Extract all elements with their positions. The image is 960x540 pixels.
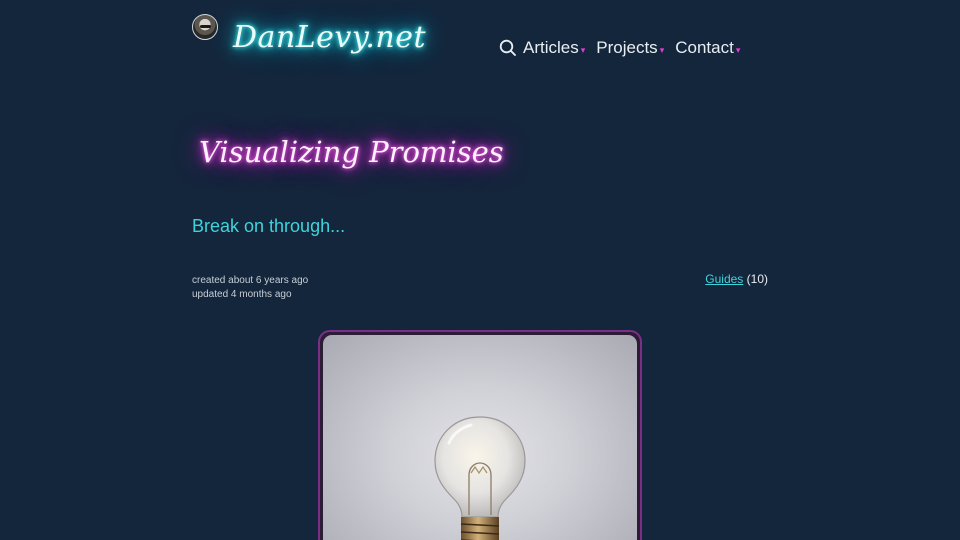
created-date: created about 6 years ago: [192, 275, 309, 286]
nav-item-label: Projects: [596, 38, 658, 57]
category-tag: Guides (10): [705, 272, 768, 286]
page-title: Visualizing Promises: [199, 135, 504, 169]
category-link-guides[interactable]: Guides: [705, 272, 743, 286]
chevron-down-icon: ▾: [659, 45, 665, 55]
nav-item-label: Contact: [675, 38, 734, 57]
nav-item-articles[interactable]: Articles ▾: [523, 38, 585, 58]
nav-item-contact[interactable]: Contact ▾: [675, 38, 740, 58]
updated-date: updated 4 months ago: [192, 289, 292, 300]
post-meta: created about 6 years ago updated 4 mont…: [192, 274, 308, 302]
site-logo[interactable]: DanLevy.net: [233, 20, 426, 55]
nav-item-label: Articles: [523, 38, 579, 57]
lightbulb-icon: [434, 416, 526, 540]
hero-image-frame: [318, 330, 642, 540]
avatar[interactable]: [192, 14, 218, 40]
chevron-down-icon: ▾: [580, 45, 586, 55]
page: DanLevy.net Articles ▾ Projects ▾ Contac…: [0, 0, 960, 540]
chevron-down-icon: ▾: [735, 45, 741, 55]
category-count: (10): [746, 272, 768, 286]
hero-image: [323, 335, 637, 540]
main-nav: Articles ▾ Projects ▾ Contact ▾: [499, 36, 751, 60]
post-subtitle: Break on through...: [192, 216, 346, 236]
nav-item-projects[interactable]: Projects ▾: [596, 38, 664, 58]
search-icon[interactable]: [499, 39, 517, 57]
